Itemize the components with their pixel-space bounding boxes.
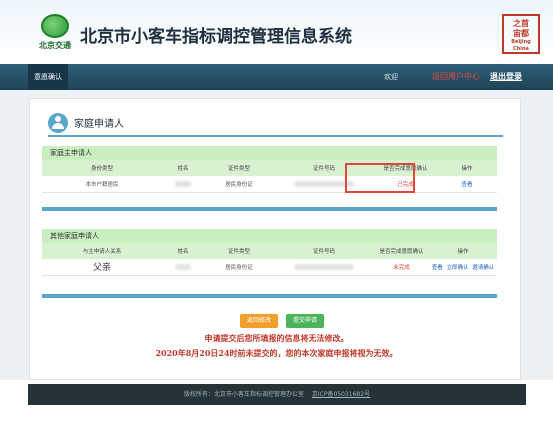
col-doc-type: 证件类型 bbox=[204, 160, 274, 176]
cell-name bbox=[162, 259, 204, 276]
site-footer: 版权所有：北京市小客车指标调控管理办公室 京ICP备05031682号 bbox=[28, 384, 526, 405]
col-identity-type: 身份类型 bbox=[42, 160, 162, 176]
cell-action: 查看 立即确认 邀请确认 bbox=[429, 259, 497, 276]
cell-action: 查看 bbox=[437, 176, 497, 193]
main-applicant-table: 家庭主申请人 身份类型 姓名 证件类型 证件号码 是否完成意愿确认 操作 本市户… bbox=[42, 146, 497, 211]
footer-copyright: 版权所有：北京市小客车指标调控管理办公室 bbox=[183, 391, 304, 398]
main-applicant-grid: 身份类型 姓名 证件类型 证件号码 是否完成意愿确认 操作 本市户籍居民 居民身… bbox=[42, 160, 497, 193]
notice-line-1: 申请提交后您所填报的信息将无法修改。 bbox=[204, 333, 349, 343]
other-applicants-grid: 与主申请人关系 姓名 证件类型 证件号码 是否完成意愿确认 操作 父亲 居民身份… bbox=[42, 243, 497, 276]
invite-confirm-link[interactable]: 邀请确认 bbox=[472, 265, 494, 271]
cell-relation: 父亲 bbox=[42, 259, 162, 276]
col-name: 姓名 bbox=[162, 160, 204, 176]
table-header-row: 身份类型 姓名 证件类型 证件号码 是否完成意愿确认 操作 bbox=[42, 160, 497, 176]
seal-main-text: 之首 宙都 bbox=[513, 19, 529, 38]
col-doc-type: 证件类型 bbox=[204, 243, 274, 259]
table-row: 本市户籍居民 居民身份证 已完成 查看 bbox=[42, 176, 497, 193]
table-divider bbox=[42, 293, 497, 298]
main-applicant-title: 家庭主申请人 bbox=[42, 146, 497, 160]
redacted-name bbox=[175, 263, 191, 270]
notice-line-2: 2020年8月20日24时前未提交的，您的本次家庭申报将视为无效。 bbox=[155, 348, 398, 358]
site-header: 北京交通 北京市小客车指标调控管理信息系统 之首 宙都 Beijing China bbox=[0, 0, 553, 64]
view-link[interactable]: 查看 bbox=[432, 265, 443, 271]
beijing-seal-logo: 之首 宙都 Beijing China bbox=[502, 14, 540, 54]
user-center-link[interactable]: 返回用户中心 bbox=[432, 64, 480, 90]
section-header: 家庭申请人 bbox=[48, 109, 503, 137]
seal-sub-text: Beijing China bbox=[511, 39, 531, 52]
action-buttons: 返回修改 提交申请 bbox=[240, 314, 370, 328]
table-divider bbox=[42, 206, 497, 211]
cell-identity: 本市户籍居民 bbox=[42, 176, 162, 193]
tab-intent-confirm[interactable]: 意愿确认 bbox=[28, 64, 68, 90]
back-modify-button[interactable]: 返回修改 bbox=[240, 314, 278, 328]
section-title: 家庭申请人 bbox=[74, 119, 124, 130]
redacted-id bbox=[294, 263, 354, 270]
col-confirm-status: 是否完成意愿确认 bbox=[374, 243, 429, 259]
cell-doc-number bbox=[274, 259, 374, 276]
logo-text: 北京交通 bbox=[39, 41, 71, 50]
table-header-row: 与主申请人关系 姓名 证件类型 证件号码 是否完成意愿确认 操作 bbox=[42, 243, 497, 259]
status-highlight-box bbox=[345, 163, 415, 193]
nav-bar: 意愿确认 欢迎 返回用户中心 退出登录 bbox=[0, 64, 553, 90]
cell-status: 未完成 bbox=[374, 259, 429, 276]
beijing-transport-logo: 北京交通 bbox=[33, 14, 77, 52]
system-title: 北京市小客车指标调控管理信息系统 bbox=[80, 27, 352, 47]
col-action: 操作 bbox=[437, 160, 497, 176]
welcome-text: 欢迎 bbox=[384, 73, 398, 81]
col-action: 操作 bbox=[429, 243, 497, 259]
cell-doc-type: 居民身份证 bbox=[204, 176, 274, 193]
col-doc-number: 证件号码 bbox=[274, 243, 374, 259]
submit-application-button[interactable]: 提交申请 bbox=[286, 314, 324, 328]
cell-name bbox=[162, 176, 204, 193]
other-applicants-table: 其他家庭申请人 与主申请人关系 姓名 证件类型 证件号码 是否完成意愿确认 操作… bbox=[42, 229, 497, 298]
logout-link[interactable]: 退出登录 bbox=[490, 64, 522, 90]
footer-icp-link[interactable]: 京ICP备05031682号 bbox=[312, 391, 370, 398]
other-applicants-title: 其他家庭申请人 bbox=[42, 229, 497, 243]
col-name: 姓名 bbox=[162, 243, 204, 259]
logo-emblem-icon bbox=[41, 14, 69, 38]
table-row: 父亲 居民身份证 未完成 查看 立即确认 邀请确认 bbox=[42, 259, 497, 276]
redacted-name bbox=[175, 180, 191, 187]
col-relation: 与主申请人关系 bbox=[42, 243, 162, 259]
person-icon bbox=[48, 113, 68, 133]
cell-doc-type: 居民身份证 bbox=[204, 259, 274, 276]
view-link[interactable]: 查看 bbox=[461, 182, 472, 188]
confirm-now-link[interactable]: 立即确认 bbox=[446, 265, 468, 271]
